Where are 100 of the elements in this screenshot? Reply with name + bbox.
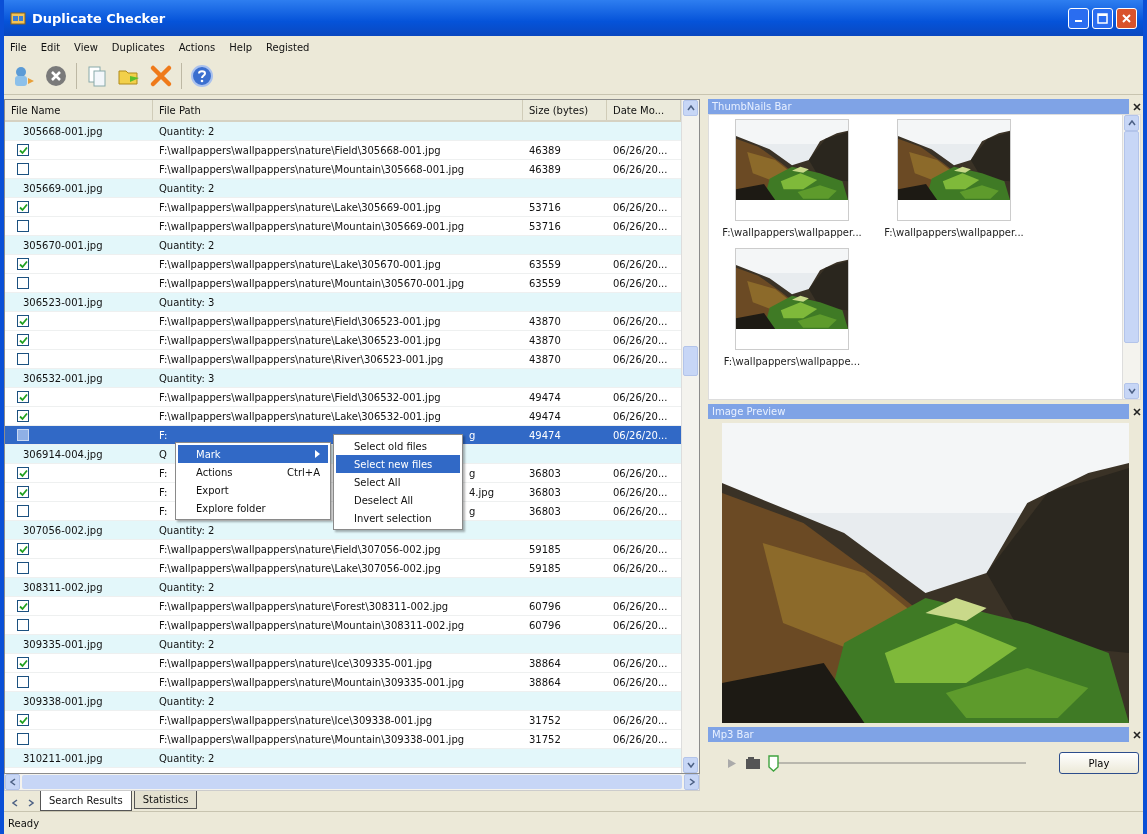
table-cell-text: 06/26/20... <box>612 675 669 690</box>
table-cell-text: 310211-001.jpg <box>22 751 104 766</box>
table-cell-text: 31752 <box>528 713 562 728</box>
panel-title: ThumbNails Bar <box>708 99 1129 114</box>
table-cell-text: 06/26/20... <box>612 542 669 557</box>
table-cell-text: 06/26/20... <box>612 466 669 481</box>
table-cell-text: 06/26/20... <box>612 504 669 519</box>
table-cell-text: 36803 <box>528 466 562 481</box>
table-cell: Quantity: 2 <box>159 581 215 593</box>
table-cell-text: 46389 <box>528 143 562 158</box>
table-cell-text: 53716 <box>528 219 562 234</box>
table-cell: 4.jpg <box>469 486 494 498</box>
table-cell-text: 60796 <box>528 599 562 614</box>
table-cell: Quantity: 3 <box>159 296 215 308</box>
table-cell: Quantity: 2 <box>159 239 215 251</box>
table-cell-text: 309338-001.jpg <box>22 694 104 709</box>
table-cell: F:\wallpappers\wallpappers\nature\Mountain\305670-001.jpg <box>159 277 465 289</box>
table-cell-text: 60796 <box>528 618 562 633</box>
table-cell-text: 306914-004.jpg <box>22 447 104 462</box>
table-cell: Quantity: 2 <box>159 638 215 650</box>
thumbnail-caption: F:\wallpappers\wallpappe... <box>723 356 861 367</box>
table-cell-text: 46389 <box>528 162 562 177</box>
table-cell: g <box>469 467 476 479</box>
table-cell: Quantity: 2 <box>159 695 215 707</box>
table-cell: Quantity: 2 <box>159 182 215 194</box>
table-cell-text: 43870 <box>528 352 562 367</box>
table-cell-text: 06/26/20... <box>612 219 669 234</box>
table-cell-text: 36803 <box>528 504 562 519</box>
table-cell-text: 63559 <box>528 257 562 272</box>
table-cell-text: 59185 <box>528 542 562 557</box>
table-cell-text: 06/26/20... <box>612 143 669 158</box>
table-cell-text: 43870 <box>528 333 562 348</box>
thumbnail-caption: F:\wallpappers\wallpapper... <box>884 227 1024 238</box>
table-cell-text: 308311-002.jpg <box>22 580 104 595</box>
table-cell-text: 306532-001.jpg <box>22 371 104 386</box>
window-title: Duplicate Checker <box>32 10 166 26</box>
table-cell-text: 06/26/20... <box>612 333 669 348</box>
table-cell: F:\wallpappers\wallpappers\nature\Mountain\305669-001.jpg <box>159 220 465 232</box>
table-cell-text: 38864 <box>528 656 562 671</box>
table-cell-text: 06/26/20... <box>612 561 669 576</box>
table-cell-text: 06/26/20... <box>612 599 669 614</box>
table-cell: F:\wallpappers\wallpappers\nature\Field\306523-001.jpg <box>159 315 441 327</box>
table-cell: F:\wallpappers\wallpappers\nature\Forest\308311-002.jpg <box>159 600 449 612</box>
table-cell: Quantity: 2 <box>159 524 215 536</box>
table-cell-text: 307056-002.jpg <box>22 523 104 538</box>
table-cell: F:\wallpappers\wallpappers\nature\Mountain\309338-001.jpg <box>159 733 465 745</box>
table-cell: Quantity: 2 <box>159 752 215 764</box>
table-cell: F:\wallpappers\wallpappers\nature\River\306523-001.jpg <box>159 353 444 365</box>
table-cell: F:\wallpappers\wallpappers\nature\Ice\309335-001.jpg <box>159 657 433 669</box>
table-cell-text: 59185 <box>528 561 562 576</box>
table-cell-text: 06/26/20... <box>612 409 669 424</box>
table-cell-text: 06/26/20... <box>612 314 669 329</box>
table-cell: g <box>469 505 476 517</box>
table-cell-text: 06/26/20... <box>612 618 669 633</box>
table-cell-text: 53716 <box>528 200 562 215</box>
table-cell: Quantity: 2 <box>159 125 215 137</box>
table-cell-text: 63559 <box>528 276 562 291</box>
table-cell-text: 06/26/20... <box>612 656 669 671</box>
table-cell-text: 06/26/20... <box>612 428 669 443</box>
table-cell: F:\wallpappers\wallpappers\nature\Mountain\305668-001.jpg <box>159 163 465 175</box>
table-cell: F:\wallpappers\wallpappers\nature\Field\306532-001.jpg <box>159 391 441 403</box>
table-cell: F:\wallpappers\wallpappers\nature\Field\307056-002.jpg <box>159 543 441 555</box>
table-cell-text: 306523-001.jpg <box>22 295 104 310</box>
table-cell-text: 49474 <box>528 428 562 443</box>
table-cell: Q <box>159 448 167 460</box>
table-cell-text: 06/26/20... <box>612 162 669 177</box>
table-cell: F:\wallpappers\wallpappers\nature\Lake\305670-001.jpg <box>159 258 441 270</box>
thumbnail-caption: F:\wallpappers\wallpapper... <box>722 227 862 238</box>
table-cell: F:\wallpappers\wallpappers\nature\Lake\307056-002.jpg <box>159 562 441 574</box>
table-cell: F:\wallpappers\wallpappers\nature\Mountain\309335-001.jpg <box>159 676 465 688</box>
table-cell-text: 06/26/20... <box>612 257 669 272</box>
table-cell: F: <box>159 505 168 517</box>
table-cell: F:\wallpappers\wallpappers\nature\Field\305668-001.jpg <box>159 144 441 156</box>
table-cell: F: <box>159 486 168 498</box>
table-cell-text: 305668-001.jpg <box>22 124 104 139</box>
table-cell-text: 06/26/20... <box>612 713 669 728</box>
table-cell: F:\wallpappers\wallpappers\nature\Mountain\308311-002.jpg <box>159 619 465 631</box>
table-cell-text: 06/26/20... <box>612 200 669 215</box>
table-cell-text: 06/26/20... <box>612 390 669 405</box>
panel-title: Image Preview <box>708 404 1129 419</box>
table-cell-text: 06/26/20... <box>612 485 669 500</box>
table-cell-text: 31752 <box>528 732 562 747</box>
table-cell-text: 305669-001.jpg <box>22 181 104 196</box>
table-cell: F:\wallpappers\wallpappers\nature\Lake\306523-001.jpg <box>159 334 441 346</box>
status-text: Ready <box>8 817 40 829</box>
table-cell-text: 305670-001.jpg <box>22 238 104 253</box>
table-cell: F: <box>159 467 168 479</box>
table-cell: F: <box>159 429 168 441</box>
table-cell-text: 36803 <box>528 485 562 500</box>
panel-title: Mp3 Bar <box>708 727 1129 742</box>
table-cell: F:\wallpappers\wallpappers\nature\Ice\309338-001.jpg <box>159 714 433 726</box>
table-cell: F:\wallpappers\wallpappers\nature\Lake\305669-001.jpg <box>159 201 441 213</box>
table-cell-text: 06/26/20... <box>612 352 669 367</box>
table-cell: Quantity: 3 <box>159 372 215 384</box>
table-cell-text: 06/26/20... <box>612 732 669 747</box>
table-cell: F:\wallpappers\wallpappers\nature\Lake\306532-001.jpg <box>159 410 441 422</box>
table-cell-text: 38864 <box>528 675 562 690</box>
table-cell-text: 309335-001.jpg <box>22 637 104 652</box>
table-cell-text: 43870 <box>528 314 562 329</box>
table-cell-text: 06/26/20... <box>612 276 669 291</box>
